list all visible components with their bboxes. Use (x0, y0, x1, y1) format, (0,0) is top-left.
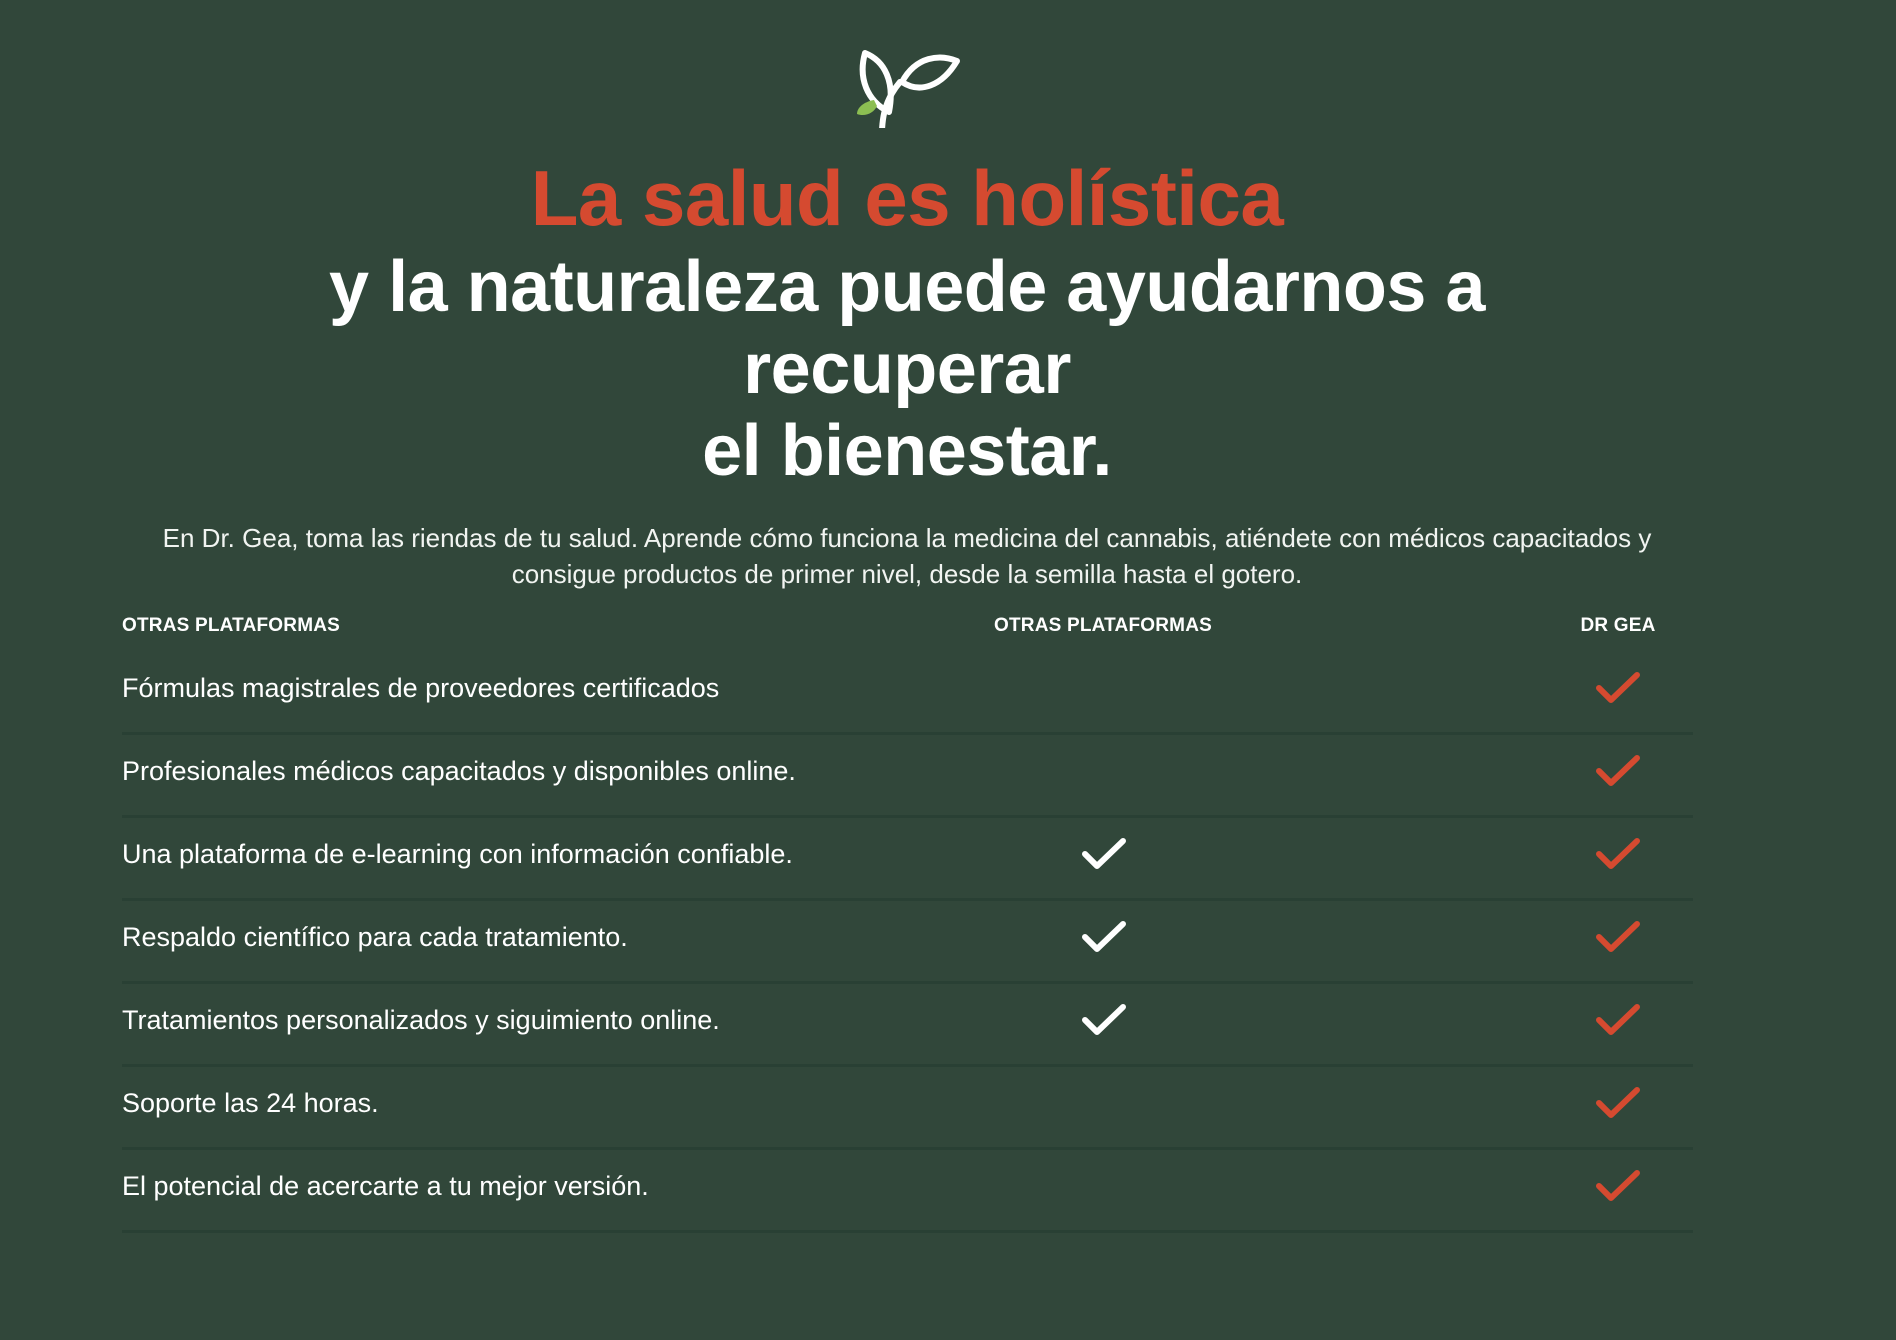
comparison-table-header: OTRAS PLATAFORMAS OTRAS PLATAFORMAS DR G… (122, 610, 1693, 652)
dr-gea-check-icon (1594, 752, 1642, 790)
check-icon (1596, 1004, 1640, 1035)
comparison-row-label: Fórmulas magistrales de proveedores cert… (122, 673, 720, 703)
other-platforms-column-header: OTRAS PLATAFORMAS (993, 615, 1212, 636)
comparison-row: Tratamientos personalizados y siguimient… (122, 984, 1693, 1067)
comparison-row-label: Una plataforma de e-learning con informa… (122, 839, 793, 869)
check-icon (1596, 1087, 1640, 1118)
comparison-row-label: Profesionales médicos capacitados y disp… (122, 756, 796, 786)
comparison-row-label: Soporte las 24 horas. (122, 1088, 379, 1118)
other-platforms-check-icon (1080, 1001, 1128, 1039)
plant-icon (857, 50, 960, 128)
check-icon (1596, 755, 1640, 786)
dr-gea-check-icon (1594, 1001, 1642, 1039)
hero-main-title-line-1: y la naturaleza puede ayudarnos a recupe… (329, 247, 1485, 409)
comparison-row: Fórmulas magistrales de proveedores cert… (122, 652, 1693, 735)
dr-gea-check-icon (1594, 1084, 1642, 1122)
dr-gea-check-icon (1594, 835, 1642, 873)
hero-main-title: y la naturaleza puede ayudarnos a recupe… (157, 246, 1657, 492)
hero-description: En Dr. Gea, toma las riendas de tu salud… (162, 523, 1652, 589)
check-icon (1596, 838, 1640, 869)
check-icon (1082, 838, 1126, 869)
check-icon (1082, 921, 1126, 952)
hero-section: La salud es holística y la naturaleza pu… (0, 150, 1814, 592)
comparison-row-label: El potencial de acercarte a tu mejor ver… (122, 1171, 649, 1201)
hero-main-title-line-2: el bienestar. (702, 411, 1112, 491)
feature-column-header: OTRAS PLATAFORMAS (122, 615, 341, 636)
comparison-row: Una plataforma de e-learning con informa… (122, 818, 1693, 901)
comparison-rows: Fórmulas magistrales de proveedores cert… (122, 652, 1693, 1233)
comparison-row: Respaldo científico para cada tratamient… (122, 901, 1693, 984)
comparison-table: OTRAS PLATAFORMAS OTRAS PLATAFORMAS DR G… (122, 610, 1693, 1233)
other-platforms-check-icon (1080, 918, 1128, 956)
comparison-row: Soporte las 24 horas. (122, 1067, 1693, 1150)
dr-gea-check-icon (1594, 669, 1642, 707)
hero-accent-title: La salud es holística (530, 154, 1284, 242)
comparison-row: El potencial de acercarte a tu mejor ver… (122, 1150, 1693, 1233)
check-icon (1596, 1170, 1640, 1201)
comparison-row-label: Respaldo científico para cada tratamient… (122, 922, 628, 952)
check-icon (1596, 672, 1640, 703)
dr-gea-column-header: DR GEA (1580, 615, 1656, 636)
comparison-row: Profesionales médicos capacitados y disp… (122, 735, 1693, 818)
other-platforms-check-icon (1080, 835, 1128, 873)
comparison-row-label: Tratamientos personalizados y siguimient… (122, 1005, 720, 1035)
dr-gea-check-icon (1594, 1167, 1642, 1205)
check-icon (1082, 1004, 1126, 1035)
check-icon (1596, 921, 1640, 952)
dr-gea-check-icon (1594, 918, 1642, 956)
